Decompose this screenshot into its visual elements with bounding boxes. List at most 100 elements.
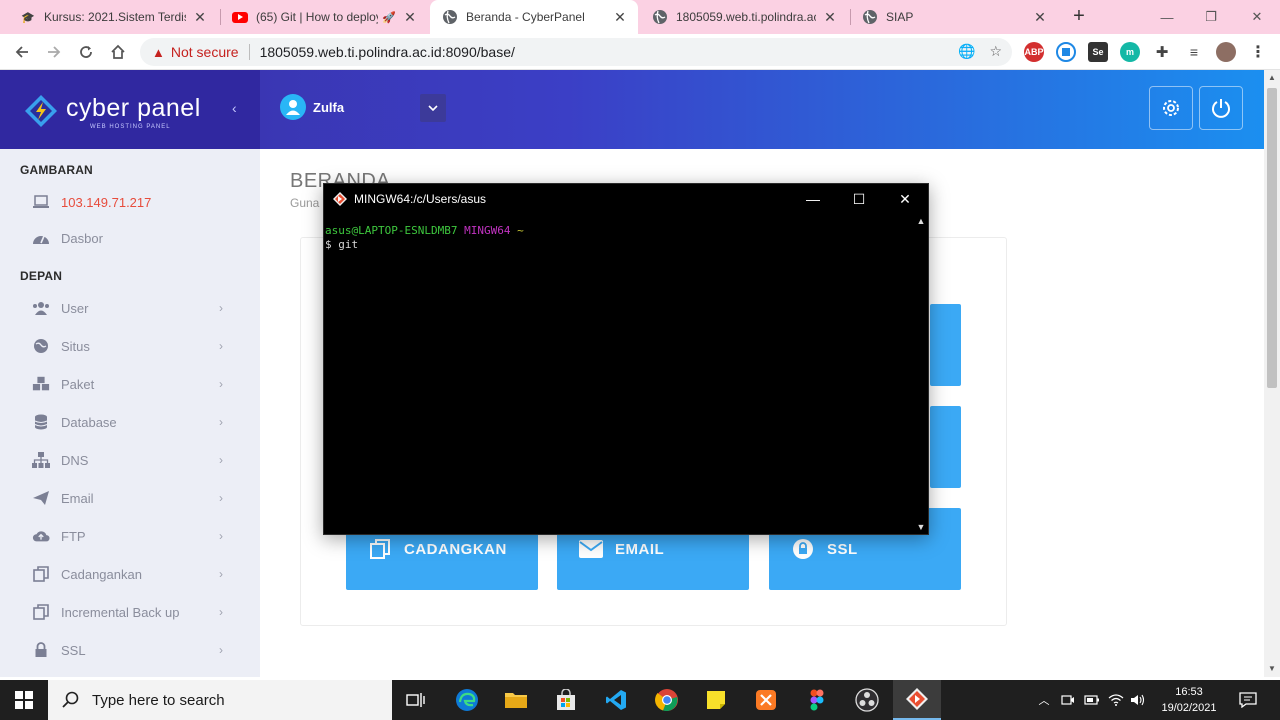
terminal-minimize-icon[interactable]: — [790,184,836,214]
tab-title: Kursus: 2021.Sistem Terdist [44,10,186,24]
forward-icon[interactable] [42,40,66,64]
close-tab-icon[interactable]: ✕ [1032,9,1048,26]
copy-icon [368,537,392,561]
chevron-down-icon[interactable]: ▼ [914,522,928,532]
git-bash-terminal-window[interactable]: MINGW64:/c/Users/asus — ☐ ✕ asus@LAPTOP-… [323,183,929,535]
sidebar-item-ip[interactable]: 103.149.71.217 [0,183,260,221]
figma-icon[interactable] [793,680,841,720]
edge-browser-icon[interactable] [443,680,491,720]
extensions-puzzle-icon[interactable]: ✚ [1152,42,1172,62]
globe-icon [32,337,50,355]
close-tab-icon[interactable]: ✕ [402,9,418,26]
reading-list-icon[interactable]: ≡ [1184,42,1204,62]
quick-action-tile[interactable] [930,304,961,386]
security-label[interactable]: Not secure [171,44,239,60]
lock-icon [32,641,50,659]
scroll-down-icon[interactable]: ▼ [1264,661,1280,677]
close-tab-icon[interactable]: ✕ [612,9,628,26]
profile-avatar[interactable] [1216,42,1236,62]
browser-tab-youtube[interactable]: (65) Git | How to deploy 🚀 ✕ [220,0,428,34]
envelope-icon [579,537,603,561]
file-explorer-icon[interactable] [492,680,540,720]
reload-icon[interactable] [74,40,98,64]
taskbar-search-box[interactable]: Type here to search [48,680,392,720]
tab-title: (65) Git | How to deploy [256,10,379,24]
prompt-env: MINGW64 [464,224,511,237]
browser-tab-kursus[interactable]: 🎓 Kursus: 2021.Sistem Terdist ✕ [8,0,218,34]
chrome-icon[interactable] [643,680,691,720]
adblock-extension-icon[interactable]: ABP [1024,42,1044,62]
sync-extension-icon[interactable] [1056,42,1076,62]
url-text[interactable]: 1805059.web.ti.polindra.ac.id:8090/base/ [260,44,515,60]
chevron-up-icon[interactable]: ▲ [914,216,928,226]
sidebar-item-database[interactable]: Database › [0,403,260,441]
browser-menu-icon[interactable]: ⋮ [1248,42,1268,62]
settings-gear-icon[interactable] [1149,86,1193,130]
home-icon[interactable] [106,40,130,64]
laptop-icon [32,193,50,211]
browser-toolbar: ▲ Not secure 1805059.web.ti.polindra.ac.… [0,34,1280,70]
volume-icon[interactable] [1128,680,1148,720]
user-avatar-icon[interactable] [280,94,306,120]
sidebar-item-backup[interactable]: Cadangankan › [0,555,260,593]
windows-start-icon[interactable] [0,680,48,720]
sidebar-item-ftp[interactable]: FTP › [0,517,260,555]
cyberpanel-logo-area: cyber panel WEB HOSTING PANEL ‹ [0,70,260,149]
bookmark-star-icon[interactable]: ☆ [989,43,1002,60]
sidebar-item-user[interactable]: User › [0,289,260,327]
page-scrollbar[interactable]: ▲ ▼ [1264,70,1280,677]
microsoft-store-icon[interactable] [542,680,590,720]
scrollbar-thumb[interactable] [1267,88,1277,388]
obs-studio-icon[interactable] [843,680,891,720]
cubes-icon [32,375,50,393]
address-bar[interactable]: ▲ Not secure 1805059.web.ti.polindra.ac.… [140,38,1012,66]
quick-action-tile[interactable] [930,406,961,488]
terminal-output[interactable]: asus@LAPTOP-ESNLDMB7 MINGW64 ~ $ git [324,224,914,534]
power-logout-icon[interactable] [1199,86,1243,130]
terminal-close-icon[interactable]: ✕ [882,184,928,214]
close-tab-icon[interactable]: ✕ [192,9,208,26]
notification-center-icon[interactable] [1232,680,1264,720]
chevron-right-icon: › [219,567,223,581]
browser-tab-siap[interactable]: SIAP ✕ [850,0,1058,34]
meet-now-icon[interactable] [1058,680,1078,720]
wifi-icon[interactable] [1106,680,1126,720]
sidebar-item-dns[interactable]: DNS › [0,441,260,479]
terminal-command-line: $ git [325,238,359,251]
user-name[interactable]: Zulfa [313,100,344,115]
chevron-right-icon: › [219,643,223,657]
clock-date: 19/02/2021 [1161,702,1217,714]
restore-window-icon[interactable]: ❐ [1188,0,1234,34]
browser-tab-web[interactable]: 1805059.web.ti.polindra.ac ✕ [640,0,848,34]
git-bash-taskbar-icon[interactable] [893,680,941,720]
sidebar-item-sites[interactable]: Situs › [0,327,260,365]
chevron-right-icon: › [219,453,223,467]
task-view-icon[interactable] [392,680,440,720]
minimize-window-icon[interactable]: — [1144,0,1190,34]
selenium-extension-icon[interactable]: Se [1088,42,1108,62]
back-icon[interactable] [10,40,34,64]
scroll-up-icon[interactable]: ▲ [1264,70,1280,86]
browser-tab-cyberpanel[interactable]: Beranda - CyberPanel ✕ [430,0,638,34]
user-dropdown-chevron-down-icon[interactable] [420,94,446,122]
sidebar-item-dashboard[interactable]: Dasbor [0,219,260,257]
git-bash-icon [333,192,347,206]
system-clock[interactable]: 16:53 19/02/2021 [1156,684,1222,716]
xampp-icon[interactable] [742,680,790,720]
sidebar-item-packages[interactable]: Paket › [0,365,260,403]
show-hidden-icons-chevron-up-icon[interactable]: ︿ [1034,680,1054,720]
close-window-icon[interactable]: ✕ [1234,0,1280,34]
translate-icon[interactable]: 🌐 [958,43,975,60]
sidebar-item-incremental-backup[interactable]: Incremental Back up › [0,593,260,631]
terminal-maximize-icon[interactable]: ☐ [836,184,882,214]
mendeley-extension-icon[interactable]: m [1120,42,1140,62]
sidebar-item-email[interactable]: Email › [0,479,260,517]
sticky-notes-icon[interactable] [692,680,740,720]
close-tab-icon[interactable]: ✕ [822,9,838,26]
new-tab-button[interactable]: + [1068,5,1090,27]
battery-icon[interactable] [1082,680,1102,720]
sidebar-item-ssl[interactable]: SSL › [0,631,260,669]
collapse-sidebar-icon[interactable]: ‹ [232,100,237,116]
terminal-scrollbar[interactable]: ▲ ▼ [914,214,928,534]
vscode-icon[interactable] [592,680,640,720]
